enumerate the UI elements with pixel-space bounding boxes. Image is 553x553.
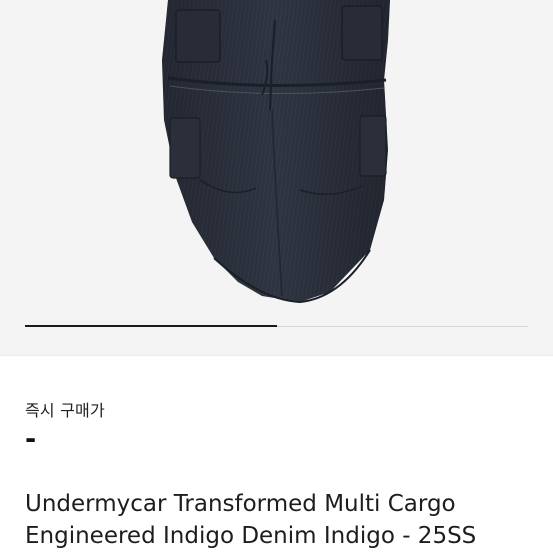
gallery-progress-bar — [25, 325, 528, 327]
price-label: 즉시 구매가 — [25, 401, 105, 420]
section-divider — [0, 355, 553, 356]
product-title: Undermycar Transformed Multi Cargo Engin… — [25, 488, 545, 552]
product-detail-page: 즉시 구매가 - Undermycar Transformed Multi Ca… — [0, 0, 553, 553]
product-title-line-1: Undermycar Transformed Multi Cargo — [25, 491, 456, 517]
gallery-progress-fill — [25, 325, 277, 327]
price-value: - — [25, 424, 37, 455]
product-title-line-2: Engineered Indigo Denim Indigo - 25SS — [25, 523, 477, 549]
product-image-gallery[interactable] — [0, 0, 553, 355]
cargo-pants-photo[interactable] — [0, 0, 553, 320]
